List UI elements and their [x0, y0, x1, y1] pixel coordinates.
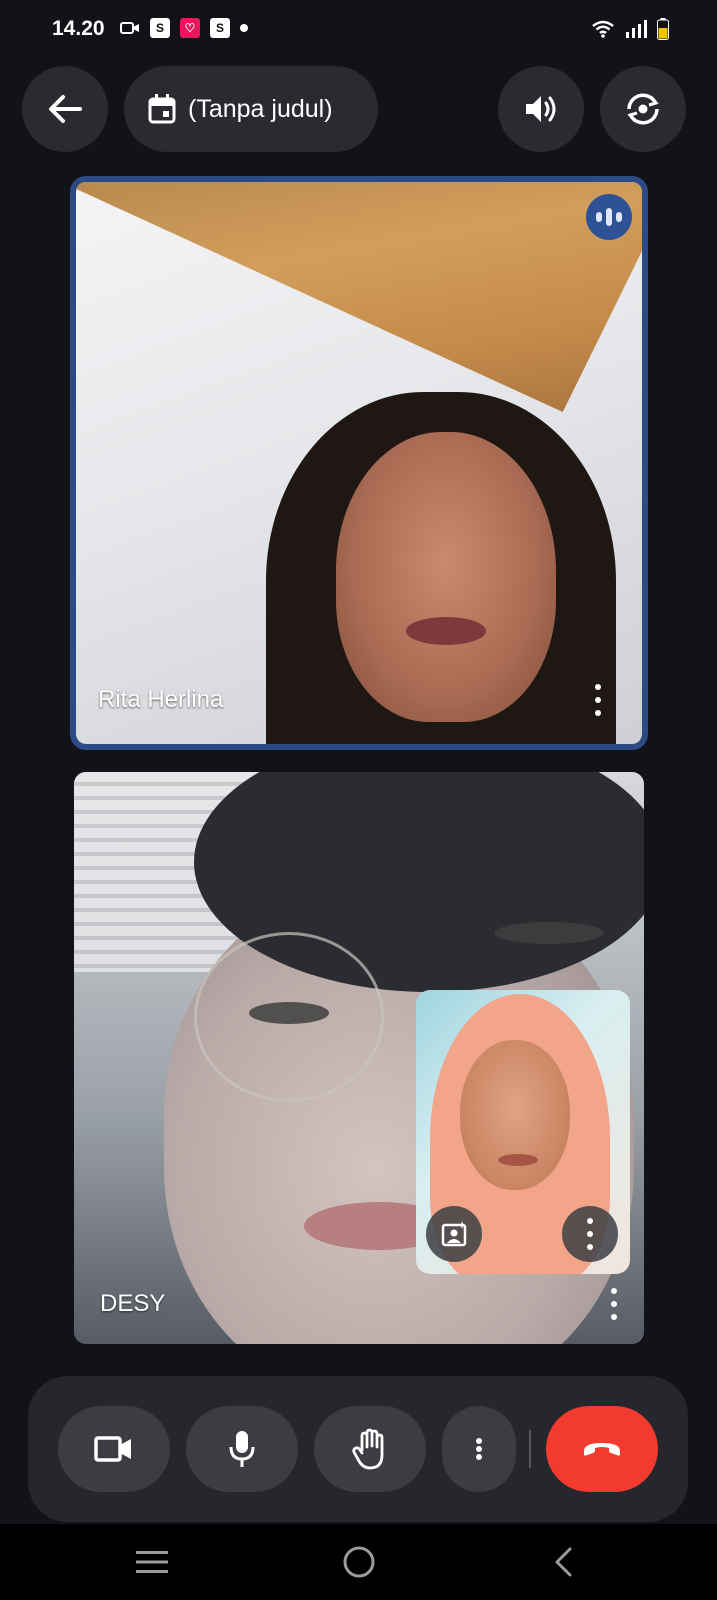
switch-camera-button[interactable] [600, 66, 686, 152]
portrait-effects-icon [441, 1221, 467, 1247]
signal-icon [626, 20, 647, 38]
microphone-toggle-button[interactable] [186, 1406, 298, 1492]
more-vert-icon [580, 1214, 600, 1254]
audio-output-button[interactable] [498, 66, 584, 152]
calendar-icon [148, 94, 176, 124]
arrow-back-icon [49, 95, 82, 123]
participant-video [76, 182, 642, 744]
end-call-button[interactable] [546, 1406, 658, 1492]
nav-back-button[interactable] [542, 1540, 586, 1584]
self-view-more-button[interactable] [562, 1206, 618, 1262]
call-end-icon [584, 1443, 620, 1456]
camera-toggle-button[interactable] [58, 1406, 170, 1492]
system-icons [591, 18, 669, 40]
participant-name: Rita Herlina [98, 686, 224, 713]
speaking-indicator-icon [586, 194, 632, 240]
participant-name: DESY [100, 1290, 166, 1317]
meeting-title-button[interactable]: (Tanpa judul) [124, 66, 378, 152]
raise-hand-button[interactable] [314, 1406, 426, 1492]
control-divider [529, 1430, 531, 1468]
wifi-icon [592, 20, 614, 38]
home-circle-icon [343, 1546, 375, 1578]
recent-apps-button[interactable] [130, 1540, 174, 1584]
videocam-icon [94, 1436, 131, 1462]
more-options-button[interactable] [442, 1406, 516, 1492]
more-vert-icon [469, 1434, 489, 1464]
flip-camera-icon [627, 93, 659, 125]
recent-apps-icon [136, 1551, 168, 1573]
call-control-bar [28, 1376, 688, 1522]
mic-icon [229, 1431, 255, 1467]
participant-more-options-icon[interactable] [604, 1284, 624, 1324]
status-time: 14.20 [52, 17, 105, 40]
shopee-icon: S [210, 18, 230, 38]
notification-icons: S ♡ S [120, 18, 248, 38]
visual-effects-button[interactable] [426, 1206, 482, 1262]
video-background [76, 182, 642, 412]
participant-more-options-icon[interactable] [588, 680, 608, 720]
participant-tile-rita[interactable]: Rita Herlina [70, 176, 648, 750]
status-bar: 14.20 S ♡ S [0, 0, 717, 60]
meeting-title: (Tanpa judul) [188, 94, 333, 123]
shopee-icon: S [150, 18, 170, 38]
pink-app-icon: ♡ [180, 18, 200, 38]
home-button[interactable] [337, 1540, 381, 1584]
participant-figure [266, 392, 616, 744]
video-notification-icon [120, 22, 139, 34]
system-navigation-bar [0, 1524, 717, 1600]
chevron-left-icon [555, 1547, 572, 1577]
back-button[interactable] [22, 66, 108, 152]
volume-icon [526, 96, 556, 122]
dot-indicator [240, 24, 248, 32]
hand-icon [352, 1428, 384, 1470]
battery-icon [657, 18, 669, 40]
self-view-tile[interactable] [416, 990, 630, 1274]
